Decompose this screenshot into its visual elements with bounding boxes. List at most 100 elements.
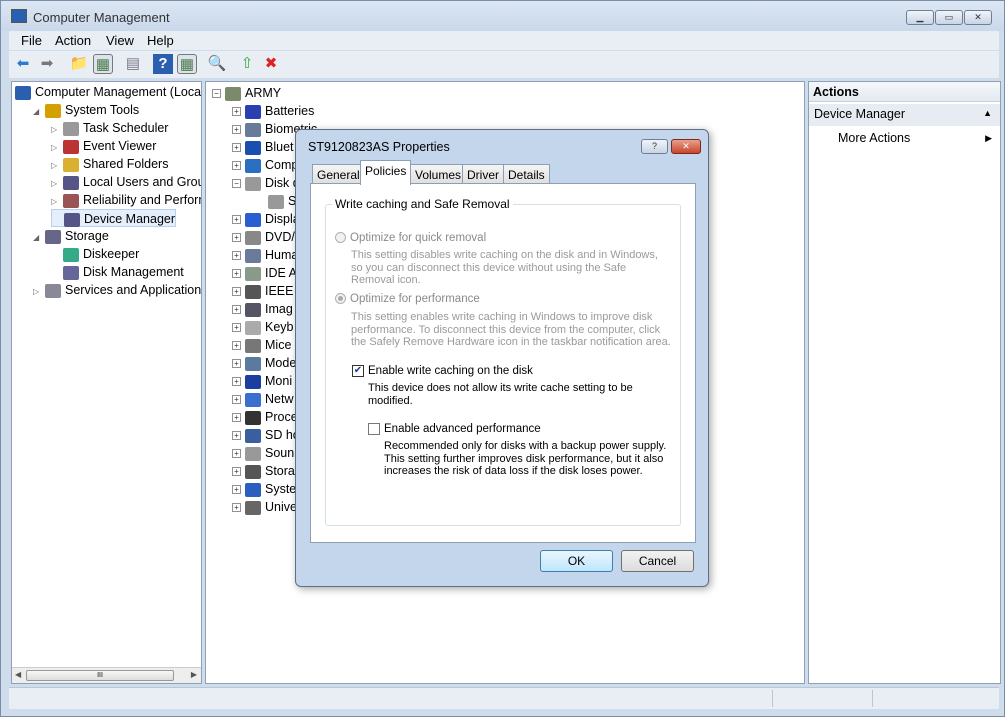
quick-removal-desc: This setting disables write caching on t… [351,249,658,286]
menu-file[interactable]: File [21,33,42,48]
expand-icon[interactable]: + [232,305,241,315]
expand-icon[interactable]: + [232,287,241,297]
back-icon[interactable]: ⬅ [13,54,33,74]
device-category[interactable]: + Imag [232,300,293,318]
tree-item[interactable]: ◢ System Tools [33,101,139,119]
menu-action[interactable]: Action [55,33,91,48]
expand-icon[interactable]: + [232,161,241,171]
more-actions-item[interactable]: More Actions ▶ [809,129,1000,149]
expand-icon[interactable]: + [232,503,241,513]
tree-item[interactable]: ▷Local Users and Groups [51,173,201,191]
tab-volumes[interactable]: Volumes [410,164,467,184]
tree-item[interactable]: ▷Reliability and Performa [51,191,201,209]
expand-icon[interactable]: + [232,467,241,477]
device-category[interactable]: + Moni [232,372,292,390]
help-button[interactable]: ? [641,139,668,154]
device-category[interactable]: + Stora [232,462,295,480]
tree-item[interactable]: Computer Management (Local [15,83,201,101]
device-category[interactable]: + Syste [232,480,296,498]
help-icon[interactable]: ? [153,54,173,74]
device-category[interactable]: + IEEE 1 [232,282,304,300]
scroll-thumb[interactable]: III [26,670,174,681]
device-category[interactable]: + Huma [232,246,298,264]
expand-arrow-icon[interactable]: ◢ [33,229,43,247]
tree-item[interactable]: ◢ Storage [33,227,109,245]
tab-driver[interactable]: Driver [462,164,504,184]
device-category[interactable]: + Displa [232,210,300,228]
tree-item[interactable]: ▷ Event Viewer [51,137,156,155]
device-category[interactable]: + SD ho [232,426,300,444]
collapse-icon[interactable]: − [212,89,221,99]
device-category[interactable]: + Unive [232,498,297,516]
device-category[interactable]: + Soun [232,444,294,462]
collapse-icon[interactable]: − [232,179,241,189]
tree-item[interactable]: ▷ Services and Applications [33,281,201,301]
actions-pane: Actions Device Manager ▲ More Actions ▶ [808,81,1001,684]
up-folder-icon[interactable]: 📁 [69,54,89,74]
tab-details[interactable]: Details [503,164,550,184]
expand-icon[interactable]: + [232,251,241,261]
cancel-button[interactable]: Cancel [621,550,694,572]
device-category[interactable]: + Mode [232,354,296,372]
expand-icon[interactable]: + [232,431,241,441]
device-category[interactable]: + Batteries [232,102,314,120]
ok-button[interactable]: OK [540,550,613,572]
expand-icon[interactable]: + [232,215,241,225]
device-category[interactable]: + Keyb [232,318,294,336]
expand-icon[interactable]: + [232,413,241,423]
device-category[interactable]: + IDE A [232,264,297,282]
device-category[interactable]: + Mice [232,336,291,354]
expand-icon[interactable]: + [232,323,241,333]
horizontal-scrollbar[interactable]: ◀ III ▶ [12,667,201,683]
quick-removal-radio[interactable]: Optimize for quick removal [335,232,486,244]
performance-radio[interactable]: Optimize for performance [335,293,480,305]
expand-arrow-icon[interactable]: ◢ [33,103,43,121]
menu-help[interactable]: Help [147,33,174,48]
device-category[interactable]: + Netw [232,390,293,408]
expand-icon[interactable]: + [232,341,241,351]
checkbox-icon: ✔ [352,365,364,377]
expand-icon[interactable]: + [232,449,241,459]
dialog-close-button[interactable]: ✕ [671,139,701,154]
expand-icon[interactable]: + [232,143,241,153]
enable-write-caching-checkbox[interactable]: ✔ Enable write caching on the disk [352,365,533,377]
device-category[interactable]: + DVD/ [232,228,295,246]
tree-item[interactable]: ▷ Shared Folders [51,155,168,173]
collapse-icon[interactable]: ▲ [983,108,992,118]
uninstall-icon[interactable]: ✖ [261,54,281,74]
scan-hardware-icon[interactable]: 🔍 [207,54,227,74]
update-driver-icon[interactable]: ⇧ [237,54,257,74]
advanced-performance-checkbox[interactable]: Enable advanced performance [368,423,541,435]
expand-icon[interactable]: + [232,485,241,495]
close-button[interactable]: ✕ [964,10,992,25]
show-hide-console-tree-icon[interactable]: ▦ [93,54,113,74]
expand-icon[interactable]: + [232,269,241,279]
scroll-right-arrow[interactable]: ▶ [191,670,197,679]
tree-item[interactable]: Disk Management [51,263,184,281]
device-category[interactable]: + Bluet [232,138,294,156]
expand-icon[interactable]: + [232,233,241,243]
device-category[interactable]: − Disk d [232,174,300,192]
expand-icon[interactable]: + [232,359,241,369]
minimize-button[interactable]: ▁ [906,10,934,25]
tab-policies[interactable]: Policies [360,160,412,185]
menu-view[interactable]: View [106,33,134,48]
scroll-left-arrow[interactable]: ◀ [15,670,21,679]
expand-arrow-icon[interactable]: ▷ [33,283,43,301]
maximize-button[interactable]: ▭ [935,10,963,25]
export-list-icon[interactable]: ▤ [123,54,143,74]
actions-section-device-manager[interactable]: Device Manager ▲ [809,104,1000,126]
show-hide-action-pane-icon[interactable]: ▦ [177,54,197,74]
expand-icon[interactable]: + [232,107,241,117]
tree-item[interactable]: Device Manager [51,209,177,227]
tree-item[interactable]: Diskeeper [51,245,139,263]
forward-icon[interactable]: ➡ [37,54,57,74]
device-category[interactable]: + Comp [232,156,298,174]
expand-icon[interactable]: + [232,395,241,405]
tab-general[interactable]: General [312,164,365,184]
tree-item[interactable]: ▷ Task Scheduler [51,119,168,137]
expand-icon[interactable]: + [232,125,241,135]
device-category[interactable]: + Proce [232,408,298,426]
expand-icon[interactable]: + [232,377,241,387]
tree-root-army[interactable]: − ARMY [212,84,281,102]
